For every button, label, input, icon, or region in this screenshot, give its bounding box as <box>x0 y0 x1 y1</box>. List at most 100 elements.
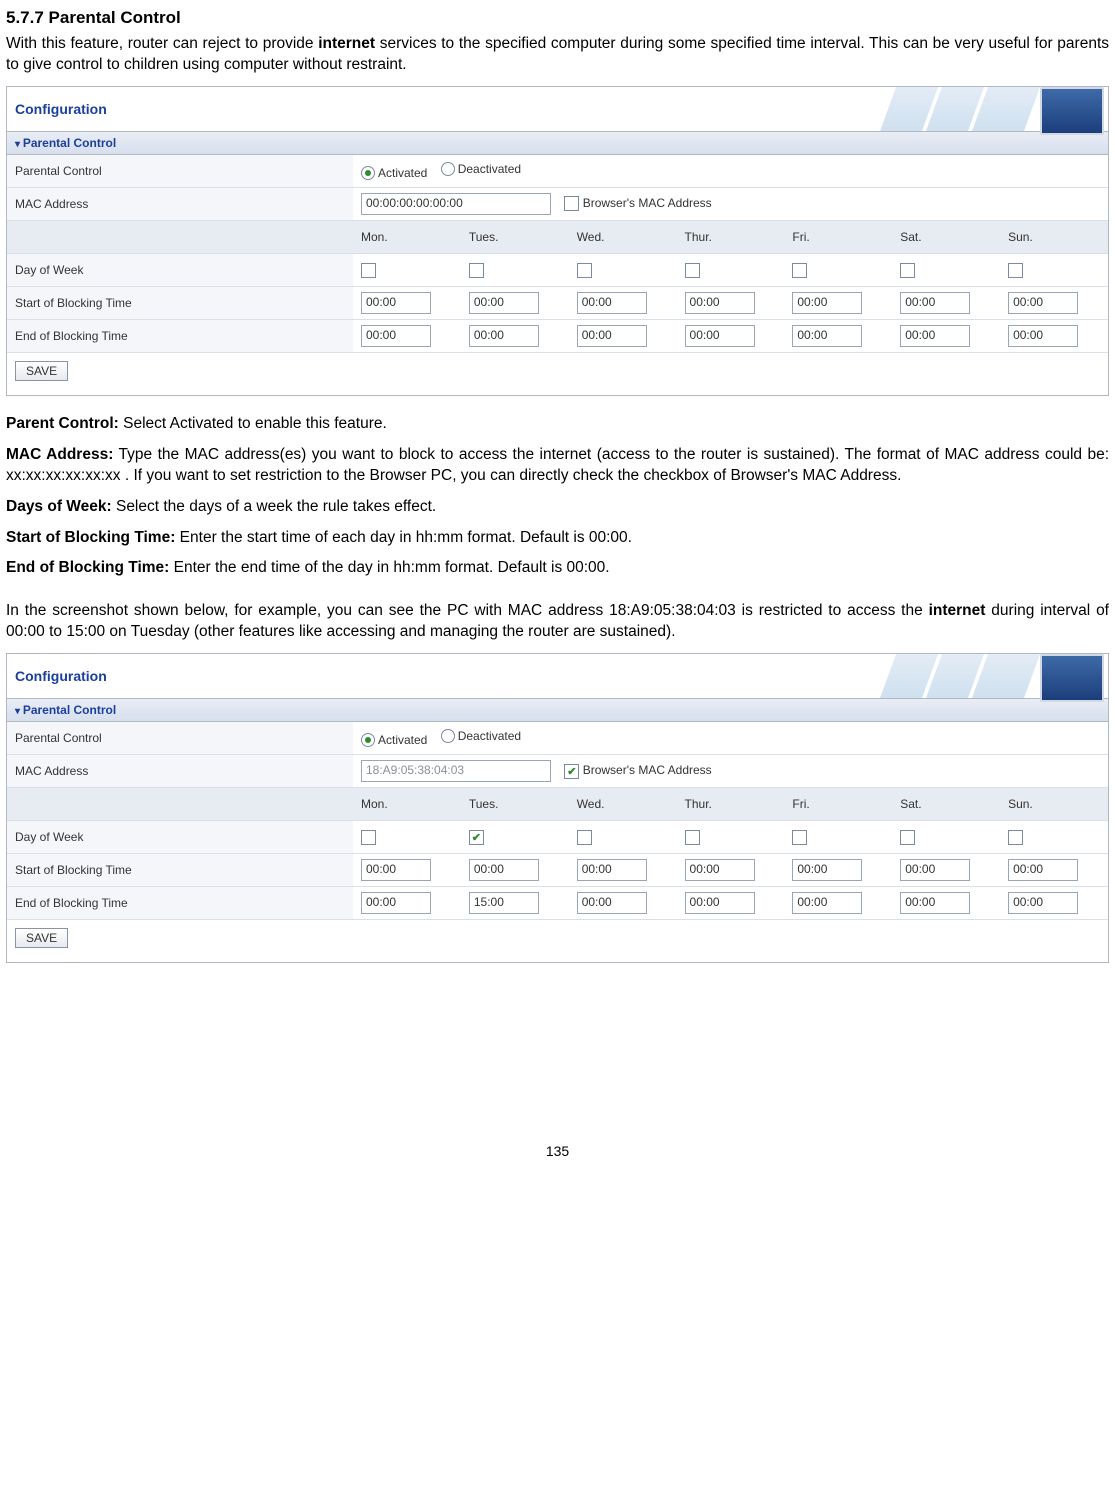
section-bar[interactable]: Parental Control <box>7 699 1108 722</box>
save-button[interactable]: SAVE <box>15 928 68 948</box>
mac-input[interactable]: 00:00:00:00:00:00 <box>361 193 551 215</box>
section-bar[interactable]: Parental Control <box>7 132 1108 155</box>
para-start: Start of Blocking Time: Enter the start … <box>6 528 1109 549</box>
dow-check-wed[interactable] <box>577 830 592 845</box>
end-mon[interactable]: 00:00 <box>361 325 431 347</box>
para-mac: MAC Address: Type the MAC address(es) yo… <box>6 445 1109 487</box>
radio-activated[interactable]: Activated <box>361 166 427 180</box>
end-fri[interactable]: 00:00 <box>792 325 862 347</box>
end-tue[interactable]: 15:00 <box>469 892 539 914</box>
radio-deactivated[interactable]: Deactivated <box>441 729 521 743</box>
dow-check-thu[interactable] <box>685 830 700 845</box>
dow-check-tue[interactable]: ✔ <box>469 830 484 845</box>
section-heading: 5.7.7 Parental Control <box>6 8 1109 28</box>
end-sat[interactable]: 00:00 <box>900 892 970 914</box>
row-label-start: Start of Blocking Time <box>7 854 353 887</box>
para-pc-label: Parent Control: <box>6 415 119 432</box>
intro-paragraph: With this feature, router can reject to … <box>6 34 1109 76</box>
dow-check-fri[interactable] <box>792 263 807 278</box>
row-label-end: End of Blocking Time <box>7 319 353 352</box>
row-label-mac: MAC Address <box>7 755 353 788</box>
start-thu[interactable]: 00:00 <box>685 292 755 314</box>
header-art <box>894 654 1104 698</box>
radio-deactivated-label: Deactivated <box>458 729 521 743</box>
dow-check-mon[interactable] <box>361 263 376 278</box>
day-head-mon: Mon. <box>353 788 461 821</box>
start-sat[interactable]: 00:00 <box>900 859 970 881</box>
row-label-parental-control: Parental Control <box>7 722 353 755</box>
dow-check-mon[interactable] <box>361 830 376 845</box>
dow-check-sun[interactable] <box>1008 263 1023 278</box>
start-fri[interactable]: 00:00 <box>792 859 862 881</box>
row-label-parental-control: Parental Control <box>7 155 353 188</box>
start-sat[interactable]: 00:00 <box>900 292 970 314</box>
config-panel-1: Configuration Parental Control Parental … <box>6 86 1109 396</box>
page-number: 135 <box>6 1143 1109 1159</box>
day-head-thu: Thur. <box>677 220 785 253</box>
save-button[interactable]: SAVE <box>15 361 68 381</box>
radio-deactivated-label: Deactivated <box>458 162 521 176</box>
browser-mac-label: Browser's MAC Address <box>583 763 712 777</box>
start-wed[interactable]: 00:00 <box>577 292 647 314</box>
row-label-start: Start of Blocking Time <box>7 286 353 319</box>
end-sat[interactable]: 00:00 <box>900 325 970 347</box>
row-label-mac: MAC Address <box>7 187 353 220</box>
example-text-a: In the screenshot shown below, for examp… <box>6 602 929 619</box>
day-head-fri: Fri. <box>784 220 892 253</box>
para-parent-control: Parent Control: Select Activated to enab… <box>6 414 1109 435</box>
day-head-sun: Sun. <box>1000 788 1108 821</box>
para-start-text: Enter the start time of each day in hh:m… <box>175 529 632 546</box>
dow-check-wed[interactable] <box>577 263 592 278</box>
dow-check-thu[interactable] <box>685 263 700 278</box>
start-fri[interactable]: 00:00 <box>792 292 862 314</box>
config-panel-2: Configuration Parental Control Parental … <box>6 653 1109 963</box>
end-fri[interactable]: 00:00 <box>792 892 862 914</box>
para-start-label: Start of Blocking Time: <box>6 529 175 546</box>
start-wed[interactable]: 00:00 <box>577 859 647 881</box>
mac-input[interactable]: 18:A9:05:38:04:03 <box>361 760 551 782</box>
config-title: Configuration <box>15 101 107 117</box>
dow-check-sun[interactable] <box>1008 830 1023 845</box>
para-dow: Days of Week: Select the days of a week … <box>6 497 1109 518</box>
start-sun[interactable]: 00:00 <box>1008 292 1078 314</box>
row-label-dow: Day of Week <box>7 821 353 854</box>
start-tue[interactable]: 00:00 <box>469 859 539 881</box>
end-sun[interactable]: 00:00 <box>1008 325 1078 347</box>
day-head-tue: Tues. <box>461 788 569 821</box>
start-mon[interactable]: 00:00 <box>361 292 431 314</box>
day-head-sun: Sun. <box>1000 220 1108 253</box>
day-head-mon: Mon. <box>353 220 461 253</box>
start-sun[interactable]: 00:00 <box>1008 859 1078 881</box>
dow-check-fri[interactable] <box>792 830 807 845</box>
start-mon[interactable]: 00:00 <box>361 859 431 881</box>
para-pc-text: Select Activated to enable this feature. <box>119 415 387 432</box>
para-end-label: End of Blocking Time: <box>6 559 169 576</box>
browser-mac-checkbox[interactable]: ✔ <box>564 764 579 779</box>
dow-check-tue[interactable] <box>469 263 484 278</box>
end-wed[interactable]: 00:00 <box>577 892 647 914</box>
end-tue[interactable]: 00:00 <box>469 325 539 347</box>
example-bold-internet: internet <box>929 602 986 619</box>
start-thu[interactable]: 00:00 <box>685 859 755 881</box>
dow-check-sat[interactable] <box>900 263 915 278</box>
start-tue[interactable]: 00:00 <box>469 292 539 314</box>
browser-mac-checkbox[interactable] <box>564 196 579 211</box>
end-sun[interactable]: 00:00 <box>1008 892 1078 914</box>
day-head-wed: Wed. <box>569 220 677 253</box>
radio-deactivated[interactable]: Deactivated <box>441 162 521 176</box>
radio-activated[interactable]: Activated <box>361 733 427 747</box>
end-wed[interactable]: 00:00 <box>577 325 647 347</box>
radio-activated-label: Activated <box>378 733 427 747</box>
header-art <box>894 87 1104 131</box>
end-thu[interactable]: 00:00 <box>685 892 755 914</box>
example-paragraph: In the screenshot shown below, for examp… <box>6 601 1109 643</box>
intro-text-a: With this feature, router can reject to … <box>6 35 318 52</box>
end-mon[interactable]: 00:00 <box>361 892 431 914</box>
para-dow-label: Days of Week: <box>6 498 112 515</box>
end-thu[interactable]: 00:00 <box>685 325 755 347</box>
day-header-blank <box>7 220 353 253</box>
dow-check-sat[interactable] <box>900 830 915 845</box>
day-head-tue: Tues. <box>461 220 569 253</box>
config-title: Configuration <box>15 668 107 684</box>
para-mac-label: MAC Address: <box>6 446 113 463</box>
